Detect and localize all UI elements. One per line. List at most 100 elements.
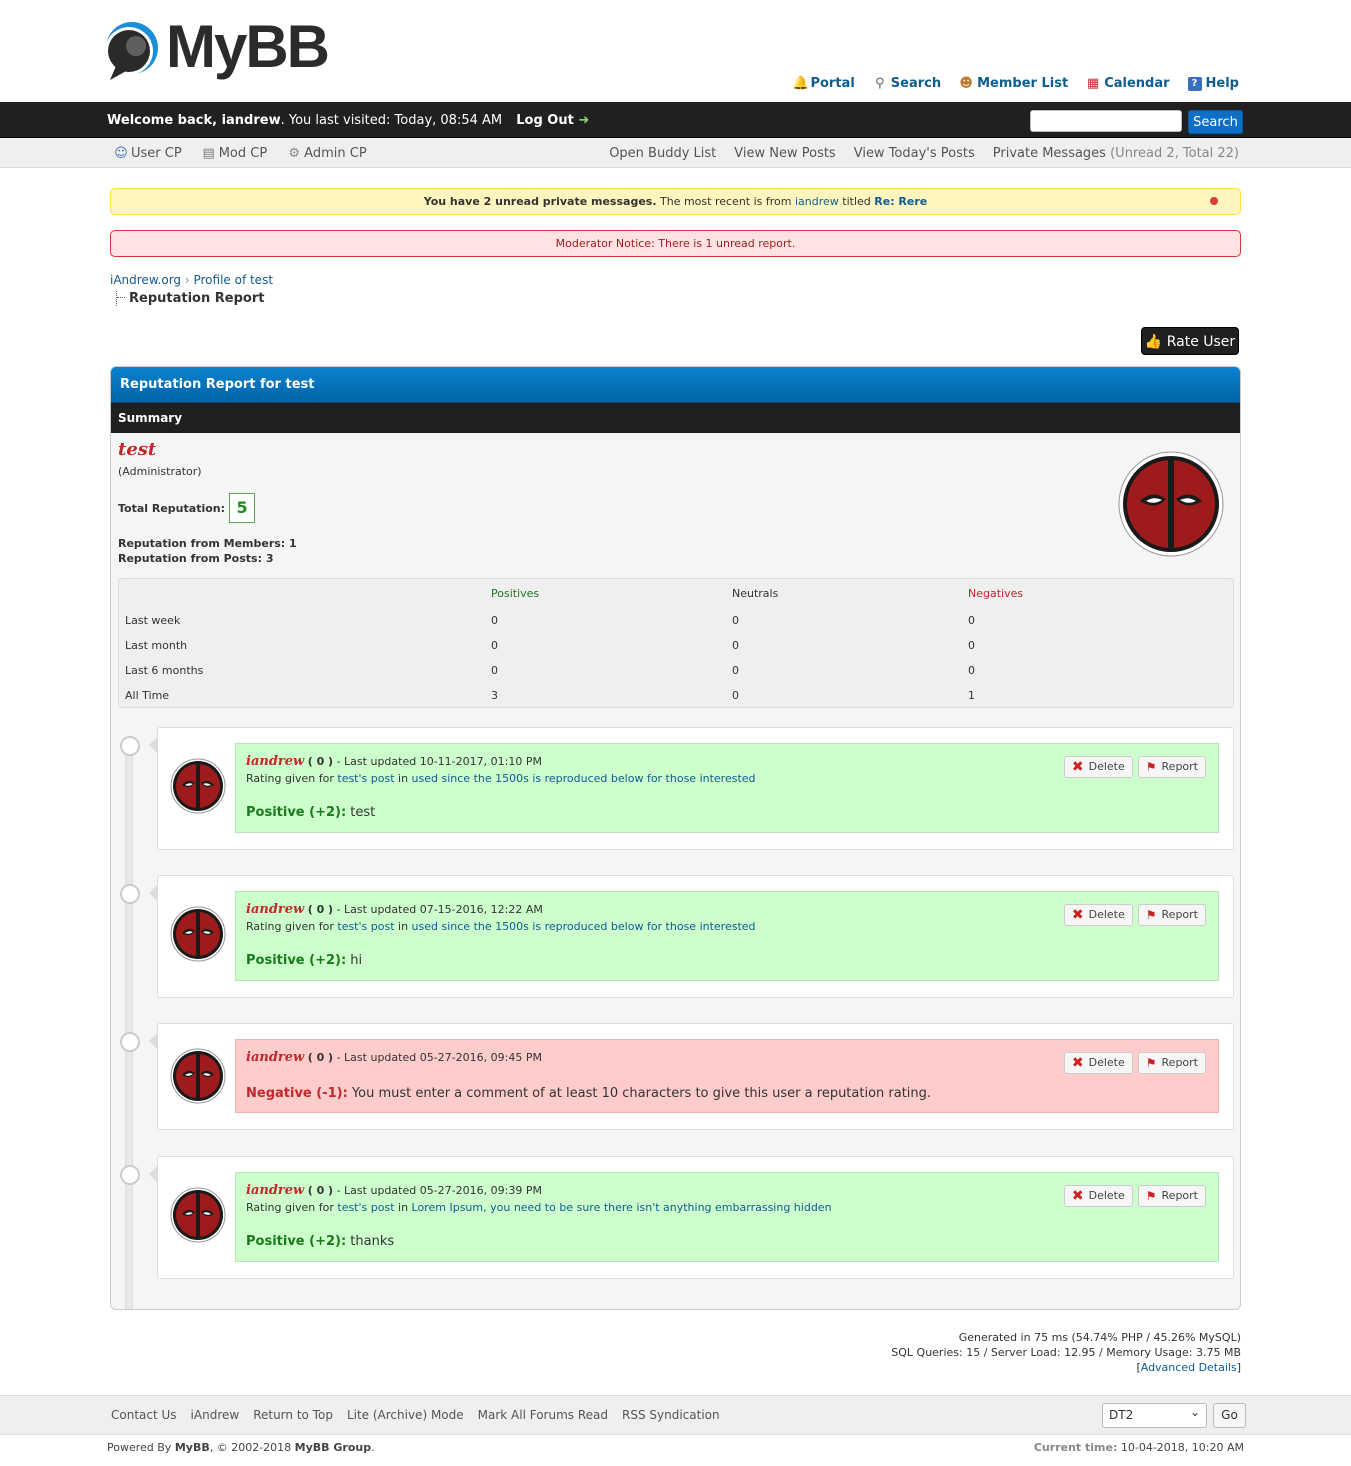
reputation-entry: iandrew ( 0 ) - Last updated 05-27-2016,… <box>149 1156 1234 1279</box>
stats-row: Last week 0 0 0 <box>125 614 1225 627</box>
debug-generated: Generated in 75 ms (54.74% PHP / 45.26% … <box>958 1331 1241 1344</box>
reputation-entry: iandrew ( 0 ) - Last updated 05-27-2016,… <box>149 1023 1234 1130</box>
table-header: Reputation Report for test <box>111 367 1240 403</box>
breadcrumb-home[interactable]: iAndrew.org <box>110 273 181 287</box>
search-input[interactable] <box>1030 110 1182 132</box>
toplink-help[interactable]: ? Help <box>1187 76 1239 91</box>
stats-row: Last month 0 0 0 <box>125 639 1225 652</box>
stats-header-neutrals: Neutrals <box>732 587 779 600</box>
post-link[interactable]: test's post <box>337 1201 394 1214</box>
entry-given-for: Rating given for test's post in used sin… <box>246 920 756 933</box>
entry-username[interactable]: iandrew <box>246 1183 304 1198</box>
thread-link[interactable]: used since the 1500s is reproduced below… <box>412 772 756 785</box>
post-link[interactable]: test's post <box>337 772 394 785</box>
mybb-link[interactable]: MyBB <box>175 1441 210 1454</box>
stats-header <box>125 587 491 600</box>
admin-cp-link[interactable]: ⚙ Admin CP <box>287 146 366 161</box>
avatar[interactable] <box>170 906 226 962</box>
delete-icon: ✖ <box>1071 907 1084 923</box>
todays-posts-link[interactable]: View Today's Posts <box>854 146 975 161</box>
mark-forums-read-link[interactable]: Mark All Forums Read <box>478 1408 608 1422</box>
thread-link[interactable]: Lorem Ipsum, you need to be sure there i… <box>412 1201 832 1214</box>
go-button[interactable]: Go <box>1213 1403 1246 1428</box>
rating-type: Negative (-1): <box>246 1086 348 1101</box>
panel-bar: ☺ User CP ▤ Mod CP ⚙ Admin CP Open Buddy Li… <box>0 138 1351 168</box>
toplink-search[interactable]: ⚲ Search <box>873 76 941 91</box>
delete-icon: ✖ <box>1071 1188 1084 1204</box>
entry-actions: ✖ Delete ⚑ Report <box>1063 1185 1206 1207</box>
welcome-text: Welcome back, iandrew. You last visited:… <box>107 113 589 128</box>
pm-subject-link[interactable]: Re: Rere <box>874 195 927 208</box>
delete-button[interactable]: ✖ Delete <box>1063 1185 1133 1207</box>
avatar[interactable] <box>170 1048 226 1104</box>
post-link[interactable]: test's post <box>337 920 394 933</box>
toplink-member-list[interactable]: ☻ Member List <box>959 76 1068 91</box>
entry-user-rep[interactable]: ( 0 ) <box>308 755 333 768</box>
private-messages-link[interactable]: Private Messages (Unread 2, Total 22) <box>993 146 1239 161</box>
cp-label: User CP <box>131 146 182 161</box>
entry-username[interactable]: iandrew <box>246 754 304 769</box>
buddy-list-link[interactable]: Open Buddy List <box>609 146 716 161</box>
toplink-label: Member List <box>977 76 1069 91</box>
contact-us-link[interactable]: Contact Us <box>111 1408 177 1422</box>
stats-header-positives: Positives <box>491 587 540 600</box>
profile-username[interactable]: test <box>118 439 156 460</box>
mod-cp-link[interactable]: ▤ Mod CP <box>202 146 268 161</box>
avatar[interactable] <box>170 1187 226 1243</box>
report-button[interactable]: ⚑ Report <box>1137 1052 1206 1074</box>
cp-label: Mod CP <box>218 146 268 161</box>
entry-user-rep[interactable]: ( 0 ) <box>308 903 333 916</box>
report-button[interactable]: ⚑ Report <box>1137 756 1206 778</box>
logo-text: MyBB <box>166 13 330 80</box>
entry-user-rep[interactable]: ( 0 ) <box>308 1051 333 1064</box>
toplink-calendar[interactable]: ▦ Calendar <box>1086 76 1170 91</box>
footer-links: Contact Us iAndrew Return to Top Lite (A… <box>111 1408 720 1422</box>
logout-link[interactable]: Log Out ➜ <box>516 113 589 128</box>
dismiss-icon[interactable] <box>1210 197 1218 205</box>
avatar[interactable] <box>170 758 226 814</box>
report-button[interactable]: ⚑ Report <box>1137 904 1206 926</box>
welcome-bar: Welcome back, iandrew. You last visited:… <box>0 102 1351 138</box>
timeline-dot <box>120 1165 140 1185</box>
reputation-entry: iandrew ( 0 ) - Last updated 07-15-2016,… <box>149 875 1234 998</box>
entry-username[interactable]: iandrew <box>246 902 304 917</box>
lite-mode-link[interactable]: Lite (Archive) Mode <box>347 1408 464 1422</box>
entry-username[interactable]: iandrew <box>246 1050 304 1065</box>
mybb-logo[interactable]: MyBB <box>102 13 330 86</box>
gear-icon: ⚙ <box>288 145 300 161</box>
return-to-top-link[interactable]: Return to Top <box>253 1408 333 1422</box>
welcome-prefix: Welcome back, <box>107 113 222 128</box>
entry-given-for: Rating given for test's post in used sin… <box>246 772 756 785</box>
top-links: 🔔 Portal ⚲ Search ☻ Member List ▦ Calendar ?… <box>792 76 1239 91</box>
site-home-link[interactable]: iAndrew <box>191 1408 240 1422</box>
new-posts-link[interactable]: View New Posts <box>734 146 835 161</box>
user-cp-link[interactable]: ☺ User CP <box>114 146 182 161</box>
rate-user-button[interactable]: 👍 Rate User <box>1141 327 1239 355</box>
pm-sender-link[interactable]: iandrew <box>795 195 839 208</box>
rss-syndication-link[interactable]: RSS Syndication <box>622 1408 720 1422</box>
stats-row: All Time 3 0 1 <box>125 689 1225 702</box>
advanced-details-link[interactable]: Advanced Details <box>1141 1361 1237 1374</box>
flag-icon: ⚑ <box>1145 1056 1157 1070</box>
entry-user-rep[interactable]: ( 0 ) <box>308 1184 333 1197</box>
in-text: in <box>394 920 412 933</box>
thread-link[interactable]: used since the 1500s is reproduced below… <box>412 920 756 933</box>
delete-icon: ✖ <box>1071 1055 1084 1071</box>
stats-negative: 0 <box>968 639 975 652</box>
welcome-username[interactable]: iandrew <box>222 113 281 128</box>
moderator-notice[interactable]: Moderator Notice: There is 1 unread repo… <box>110 230 1241 257</box>
breadcrumb-profile[interactable]: Profile of test <box>193 273 273 287</box>
timeline-dot <box>120 884 140 904</box>
toplink-portal[interactable]: 🔔 Portal <box>792 76 854 91</box>
entry-comment: Negative (-1): You must enter a comment … <box>246 1086 931 1101</box>
total-rep-value: 5 <box>229 493 256 523</box>
theme-select[interactable]: DT2 <box>1102 1401 1207 1428</box>
delete-button[interactable]: ✖ Delete <box>1063 904 1133 926</box>
report-button[interactable]: ⚑ Report <box>1137 1185 1206 1207</box>
entry-content: iandrew ( 0 ) - Last updated 07-15-2016,… <box>235 891 1219 981</box>
mybb-group-link[interactable]: MyBB Group <box>295 1441 371 1454</box>
entry-content: iandrew ( 0 ) - Last updated 10-11-2017,… <box>235 743 1219 833</box>
search-button[interactable]: Search <box>1188 110 1243 134</box>
delete-button[interactable]: ✖ Delete <box>1063 1052 1133 1074</box>
delete-button[interactable]: ✖ Delete <box>1063 756 1133 778</box>
